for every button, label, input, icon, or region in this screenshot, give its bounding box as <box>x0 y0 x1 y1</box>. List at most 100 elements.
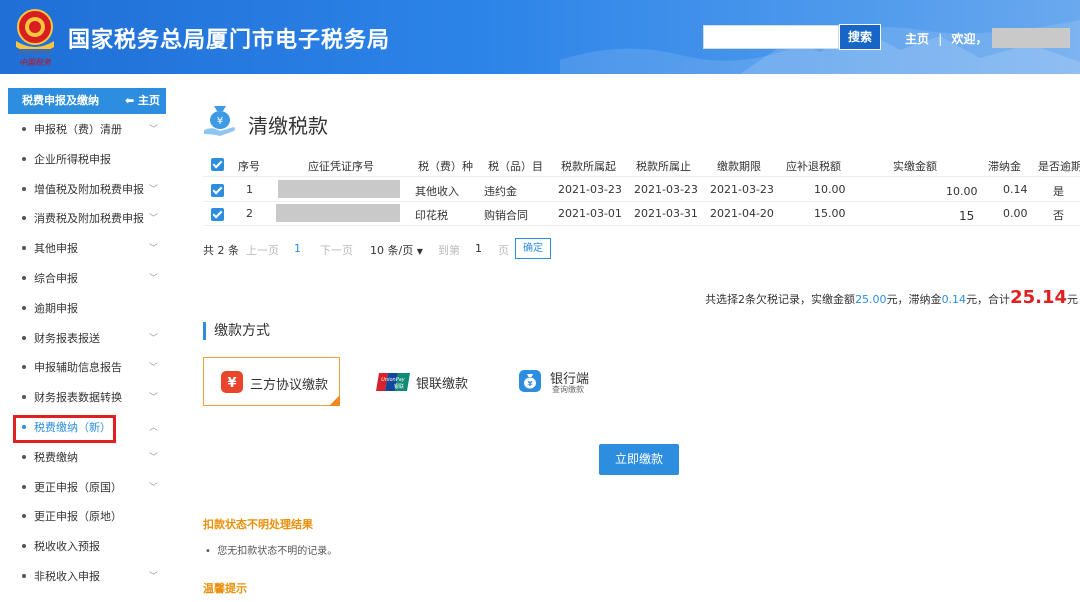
table-cell-late-fee: 0.14 <box>1003 183 1028 196</box>
table-cell-late-fee: 0.00 <box>1003 207 1028 220</box>
table-cell-tax-type: 印花税 <box>415 209 448 222</box>
sidebar-item[interactable]: 非税收入申报 ﹀ <box>8 567 166 587</box>
bullet-icon <box>22 187 26 191</box>
row-divider <box>203 176 1080 177</box>
sidebar-item[interactable]: 财务报表报送 ﹀ <box>8 329 166 349</box>
sidebar-item[interactable]: 更正申报（原地） <box>8 507 166 527</box>
sidebar-item[interactable]: 综合申报 ﹀ <box>8 269 166 289</box>
column-header: 税（品）目 <box>488 160 543 173</box>
bullet-icon <box>22 455 26 459</box>
sidebar-item-label: 非税收入申报 <box>34 570 100 583</box>
bullet-icon <box>22 306 26 310</box>
chevron-down-icon: ﹀ <box>148 334 158 344</box>
bullet-icon <box>22 514 26 518</box>
page-title: 清缴税款 <box>248 114 328 138</box>
sidebar-item[interactable]: 其他申报 ﹀ <box>8 239 166 259</box>
column-header: 缴款期限 <box>717 160 761 173</box>
pager-next[interactable]: 下一页 <box>320 242 353 258</box>
sidebar-item[interactable]: 企业所得税申报 <box>8 150 166 170</box>
pager-goto-label: 到第 <box>438 244 460 257</box>
payment-method-unionpay[interactable]: UnionPay 银联 银联缴款 <box>370 357 480 406</box>
column-header: 实缴金额 <box>893 160 937 173</box>
site-header: 中国税务 国家税务总局厦门市电子税务局 搜索 主页 | 欢迎， | 退出 <box>0 0 1080 74</box>
svg-text:¥: ¥ <box>528 380 533 388</box>
pager-current-page[interactable]: 1 <box>294 242 301 255</box>
row-checkbox[interactable] <box>211 184 224 197</box>
table-cell-due: 15.00 <box>814 207 846 220</box>
svg-text:银联: 银联 <box>394 383 404 390</box>
table-cell-end: 2021-03-23 <box>634 183 698 196</box>
sidebar-item[interactable]: 申报辅助信息报告 ﹀ <box>8 358 166 378</box>
row-divider <box>203 201 1080 202</box>
table-cell-due: 10.00 <box>814 183 846 196</box>
sidebar-item-label: 税收收入预报 <box>34 540 100 553</box>
chevron-down-icon: ﹀ <box>148 214 158 224</box>
chevron-down-icon: ﹀ <box>148 185 158 195</box>
bullet-icon <box>22 216 26 220</box>
summary-total: 25.14 <box>1010 287 1067 308</box>
pay-now-button[interactable]: 立即缴款 <box>599 444 679 475</box>
home-link[interactable]: 主页 <box>905 30 929 47</box>
svg-text:¥: ¥ <box>227 376 236 391</box>
unionpay-logo-icon: UnionPay 银联 <box>376 373 410 391</box>
chevron-down-icon: ﹀ <box>148 453 158 463</box>
pager-per-page-select[interactable]: 10 条/页 ▼ <box>370 242 423 258</box>
row-checkbox[interactable] <box>211 208 224 221</box>
sidebar-home-label: 主页 <box>138 94 160 107</box>
table-cell-start: 2021-03-23 <box>558 183 622 196</box>
sidebar-item[interactable]: 财务报表数据转换 ﹀ <box>8 388 166 408</box>
payment-section-title: 缴款方式 <box>203 322 270 340</box>
svg-text:¥: ¥ <box>217 116 223 127</box>
pager-prev[interactable]: 上一页 <box>246 242 279 258</box>
svg-text:UnionPay: UnionPay <box>381 377 406 383</box>
separator: | <box>938 32 943 46</box>
pager-goto-input[interactable]: 1 <box>475 242 482 255</box>
table-cell-end: 2021-03-31 <box>634 207 698 220</box>
select-all-checkbox[interactable] <box>211 158 224 171</box>
pager-total: 共 2 条 <box>203 244 239 257</box>
sidebar-item[interactable]: 消费税及附加税费申报 ﹀ <box>8 209 166 229</box>
top-links: 主页 | 欢迎， | 退出 <box>905 27 1080 48</box>
sidebar-item-label: 申报税（费）清册 <box>34 123 122 136</box>
tripartite-label: 三方协议缴款 <box>250 378 329 393</box>
sidebar-header-title: 税费申报及缴纳 <box>22 94 99 107</box>
sidebar-item-label: 综合申报 <box>34 272 78 285</box>
deduction-status-note-text: 您无扣款状态不明的记录。 <box>217 546 338 557</box>
site-title: 国家税务总局厦门市电子税务局 <box>68 28 391 53</box>
sidebar-item[interactable]: 税费缴纳 ﹀ <box>8 448 166 468</box>
sidebar-item-label: 申报辅助信息报告 <box>34 361 122 374</box>
sidebar-item[interactable]: 逾期申报 <box>8 299 166 319</box>
sidebar-item-label: 消费税及附加税费申报 <box>34 212 144 225</box>
column-header: 税款所属起 <box>561 160 616 173</box>
sidebar-item[interactable]: 申报税（费）清册 ﹀ <box>8 120 166 140</box>
column-header: 应补退税额 <box>786 160 841 173</box>
summary-mid1: 元，滞纳金 <box>886 293 942 306</box>
sidebar-item-label: 增值税及附加税费申报 <box>34 183 144 196</box>
bullet-icon <box>22 336 26 340</box>
bullet-icon <box>22 157 26 161</box>
pager-confirm-button[interactable]: 确定 <box>515 238 551 259</box>
sidebar-item-label: 税费缴纳 <box>34 451 78 464</box>
table-cell-paid: 10.00 <box>946 185 978 198</box>
sidebar-item[interactable]: 税收收入预报 <box>8 537 166 557</box>
column-header: 税款所属止 <box>636 160 691 173</box>
search-input[interactable] <box>703 25 839 49</box>
sidebar-item[interactable]: 更正申报（原国） ﹀ <box>8 478 166 498</box>
table-cell-tax-type: 其他收入 <box>415 185 459 198</box>
bullet-icon <box>22 276 26 280</box>
chevron-down-icon: ﹀ <box>148 393 158 403</box>
chevron-down-icon: ﹀ <box>148 274 158 284</box>
payment-method-bank[interactable]: ¥ 银行端 查询缴款 <box>512 357 612 406</box>
bank-sublabel: 查询缴款 <box>552 385 584 394</box>
tax-emblem-logo: 中国税务 <box>16 9 54 67</box>
summary-late-fee: 0.14 <box>941 293 967 306</box>
bullet-icon <box>22 127 26 131</box>
summary-paid-amount: 25.00 <box>855 293 887 306</box>
table-cell-overdue: 否 <box>1053 209 1064 222</box>
sidebar-home-link[interactable]: ⬅ 主页 <box>125 88 160 114</box>
search-button[interactable]: 搜索 <box>839 24 881 50</box>
chevron-down-icon: ﹀ <box>148 572 158 582</box>
summary-prefix: 共选择2条欠税记录，实缴金额 <box>705 293 856 306</box>
payment-method-tripartite[interactable]: ¥ 三方协议缴款 <box>203 357 340 406</box>
sidebar-item[interactable]: 增值税及附加税费申报 ﹀ <box>8 180 166 200</box>
